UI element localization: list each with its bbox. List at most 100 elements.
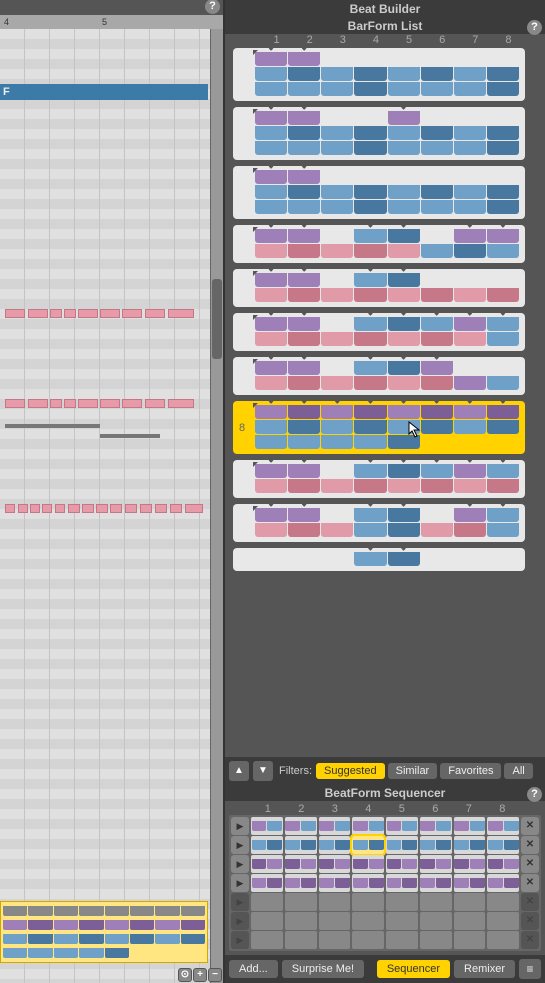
remixer-tab-button[interactable]: Remixer <box>454 960 515 978</box>
row-play-button[interactable]: ▶ <box>231 874 249 892</box>
zoom-in-button[interactable]: + <box>193 968 207 982</box>
sequencer-cell[interactable] <box>420 912 452 930</box>
sequencer-cell[interactable] <box>454 931 486 949</box>
sequencer-cell[interactable] <box>420 836 452 854</box>
menu-icon[interactable]: ≡ <box>519 959 541 979</box>
sequencer-cell[interactable] <box>319 912 351 930</box>
row-clear-button[interactable]: ✕ <box>521 817 539 835</box>
sequencer-cell[interactable] <box>319 855 351 873</box>
note-segment[interactable] <box>110 504 122 513</box>
sequencer-cell[interactable] <box>251 855 283 873</box>
sequencer-cell[interactable] <box>454 893 486 911</box>
sequencer-cell[interactable] <box>487 836 519 854</box>
filter-all-button[interactable]: All <box>504 763 532 779</box>
barform-item[interactable] <box>233 269 525 307</box>
sequencer-cell[interactable] <box>386 912 418 930</box>
filters-down-button[interactable]: ▼ <box>253 761 273 781</box>
sequencer-cell[interactable] <box>285 931 317 949</box>
barform-item[interactable]: 8 <box>233 401 525 454</box>
zoom-out-button[interactable]: − <box>208 968 222 982</box>
help-icon[interactable]: ? <box>527 20 542 35</box>
filter-suggested-button[interactable]: Suggested <box>316 763 385 779</box>
sequencer-cell[interactable] <box>487 855 519 873</box>
sequencer-cell[interactable] <box>352 874 384 892</box>
note-segment[interactable] <box>5 399 25 408</box>
sequencer-cell[interactable] <box>420 855 452 873</box>
sequencer-cell[interactable] <box>251 893 283 911</box>
track-label[interactable]: F <box>0 84 208 100</box>
note-segment[interactable] <box>5 504 15 513</box>
note-segment[interactable] <box>145 399 165 408</box>
sequencer-cell[interactable] <box>487 912 519 930</box>
sequencer-cell[interactable] <box>386 874 418 892</box>
note-segment[interactable] <box>96 504 108 513</box>
note-segment[interactable] <box>170 504 182 513</box>
sequencer-cell[interactable] <box>420 931 452 949</box>
zoom-search-button[interactable]: ⊙ <box>178 968 192 982</box>
barform-item[interactable] <box>233 107 525 160</box>
note-segment[interactable] <box>42 504 52 513</box>
sequencer-cell[interactable] <box>454 817 486 835</box>
row-clear-button[interactable]: ✕ <box>521 855 539 873</box>
row-clear-button[interactable]: ✕ <box>521 874 539 892</box>
note-segment[interactable] <box>55 504 65 513</box>
vertical-scrollbar[interactable] <box>210 29 223 983</box>
sequencer-cell[interactable] <box>319 893 351 911</box>
sequencer-cell[interactable] <box>487 874 519 892</box>
barform-list[interactable]: 8 <box>225 46 545 757</box>
sequencer-cell[interactable] <box>352 912 384 930</box>
note-segment[interactable] <box>28 309 48 318</box>
filters-up-button[interactable]: ▲ <box>229 761 249 781</box>
note-segment[interactable] <box>18 504 28 513</box>
note-segment[interactable] <box>168 399 194 408</box>
barform-item[interactable] <box>233 548 525 571</box>
sequencer-cell[interactable] <box>285 874 317 892</box>
barform-item[interactable] <box>233 166 525 219</box>
sequencer-cell[interactable] <box>454 874 486 892</box>
sequencer-cell[interactable] <box>386 817 418 835</box>
note-segment[interactable] <box>68 504 80 513</box>
sequencer-tab-button[interactable]: Sequencer <box>377 960 450 978</box>
note-segment[interactable] <box>100 399 120 408</box>
row-play-button[interactable]: ▶ <box>231 836 249 854</box>
scrollbar-thumb[interactable] <box>212 279 222 359</box>
note-segment[interactable] <box>50 399 62 408</box>
note-segment[interactable] <box>145 309 165 318</box>
sequencer-cell[interactable] <box>285 855 317 873</box>
sequencer-cell[interactable] <box>454 855 486 873</box>
note-segment[interactable] <box>64 309 76 318</box>
note-segment[interactable] <box>125 504 137 513</box>
sequencer-cell[interactable] <box>285 817 317 835</box>
sequencer-cell[interactable] <box>487 817 519 835</box>
barform-item[interactable] <box>233 313 525 351</box>
time-ruler[interactable]: 4 5 <box>0 15 223 29</box>
row-play-button[interactable]: ▶ <box>231 817 249 835</box>
note-segment[interactable] <box>5 309 25 318</box>
note-segment[interactable] <box>185 504 203 513</box>
note-segment[interactable] <box>30 504 40 513</box>
sequencer-cell[interactable] <box>319 817 351 835</box>
add-button[interactable]: Add... <box>229 960 278 978</box>
sequencer-cell[interactable] <box>454 912 486 930</box>
note-segment[interactable] <box>122 399 142 408</box>
sequencer-cell[interactable] <box>251 874 283 892</box>
note-segment[interactable] <box>78 399 98 408</box>
sequencer-cell[interactable] <box>285 893 317 911</box>
note-segment[interactable] <box>82 504 94 513</box>
sequencer-cell[interactable] <box>319 931 351 949</box>
filter-similar-button[interactable]: Similar <box>388 763 438 779</box>
sequencer-cell[interactable] <box>487 931 519 949</box>
sequencer-cell[interactable] <box>251 912 283 930</box>
note-grid[interactable]: F ⊙ + − <box>0 29 223 983</box>
sequencer-cell[interactable] <box>352 817 384 835</box>
sequencer-cell[interactable] <box>285 836 317 854</box>
sequencer-cell[interactable] <box>251 931 283 949</box>
note-segment[interactable] <box>155 504 167 513</box>
sequencer-cell[interactable] <box>386 836 418 854</box>
note-segment[interactable] <box>78 309 98 318</box>
sequencer-cell[interactable] <box>386 855 418 873</box>
sequencer-cell[interactable] <box>251 836 283 854</box>
note-segment[interactable] <box>28 399 48 408</box>
note-segment[interactable] <box>50 309 62 318</box>
sequencer-cell[interactable] <box>251 817 283 835</box>
